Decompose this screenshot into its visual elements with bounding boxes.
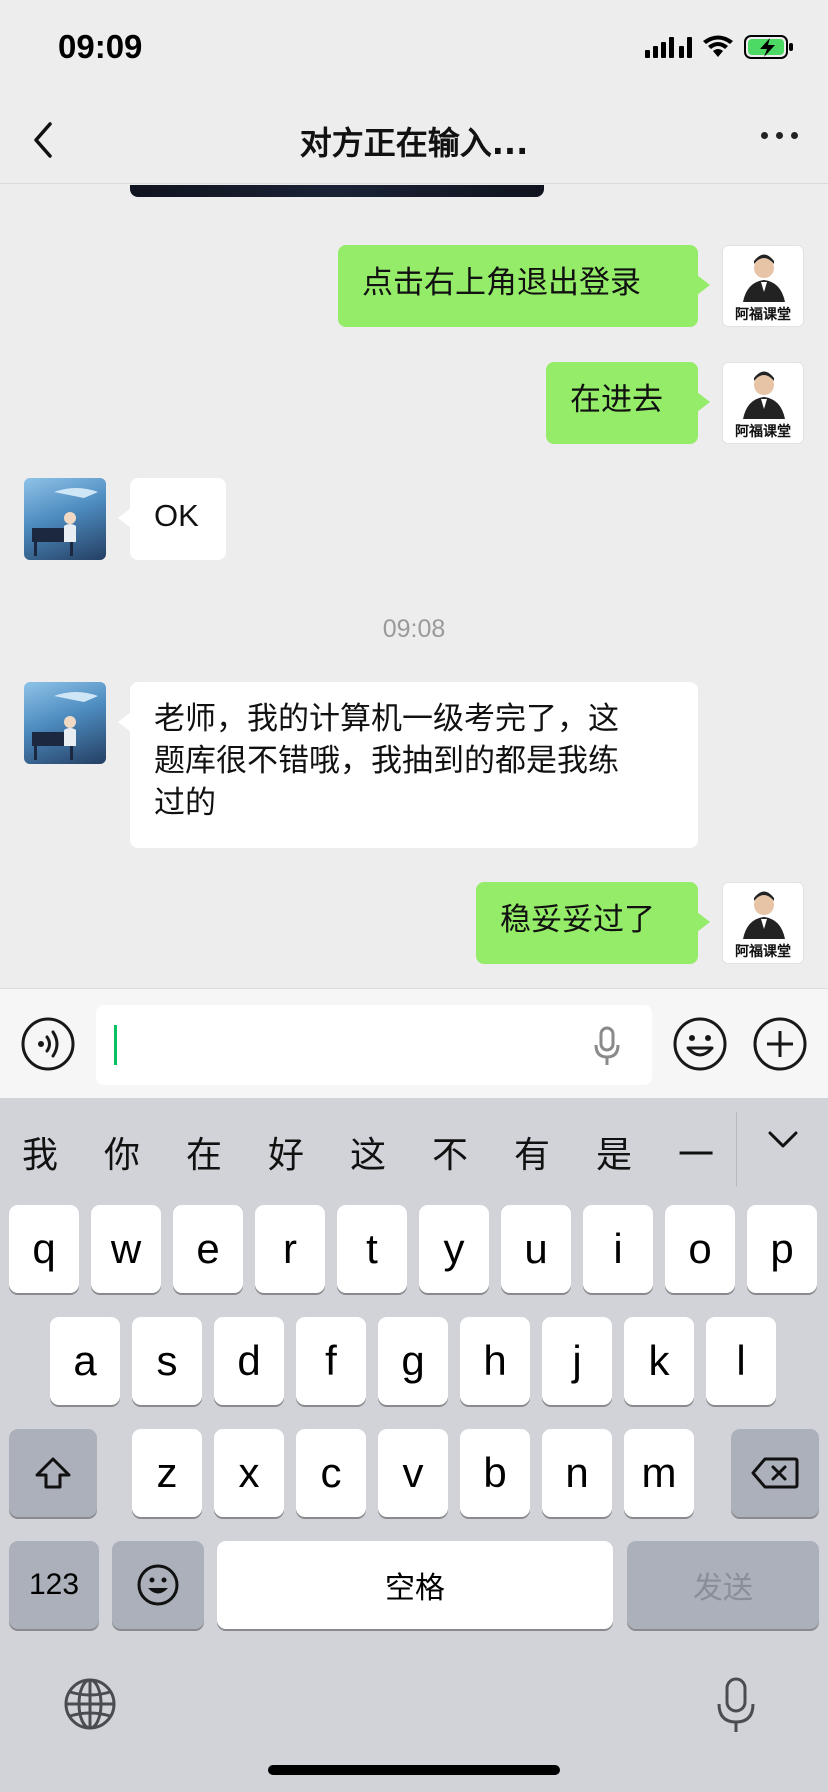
candidate-word[interactable]: 不 [432, 1126, 468, 1178]
shift-key[interactable] [9, 1429, 97, 1517]
collapse-candidates-button[interactable] [766, 1128, 800, 1156]
message-input[interactable] [96, 1005, 652, 1085]
home-indicator[interactable] [268, 1765, 560, 1775]
key-k[interactable]: k [624, 1317, 694, 1405]
candidate-word[interactable]: 是 [596, 1126, 632, 1178]
voice-mode-icon [21, 1017, 75, 1071]
key-v[interactable]: v [378, 1429, 448, 1517]
message-list[interactable]: 点击右上角退出登录 阿福课堂 在进去 阿福课堂 OK 09:08 老师，我的计算… [0, 185, 828, 988]
chevron-down-icon [768, 1131, 798, 1148]
message-text: OK [154, 498, 199, 533]
key-e[interactable]: e [173, 1205, 243, 1293]
message-bubble-sent[interactable]: 点击右上角退出登录 [338, 245, 710, 327]
key-o[interactable]: o [665, 1205, 735, 1293]
more-button[interactable] [761, 132, 798, 139]
send-key[interactable]: 发送 [627, 1541, 819, 1629]
key-r[interactable]: r [255, 1205, 325, 1293]
key-p[interactable]: p [747, 1205, 817, 1293]
chat-input-bar [0, 988, 828, 1098]
message-bubble-received[interactable]: OK [118, 478, 226, 560]
avatar-caption: 阿福课堂 [735, 424, 791, 440]
numbers-key[interactable]: 123 [9, 1541, 99, 1629]
chat-title: 对方正在输入... [299, 124, 529, 162]
message-text: 在进去 [570, 382, 663, 418]
key-i[interactable]: i [583, 1205, 653, 1293]
emoji-keyboard-key[interactable] [112, 1541, 204, 1629]
avatar-caption: 阿福课堂 [735, 307, 791, 323]
message-text-line: 题库很不错哦，我抽到的都是我练 [154, 743, 619, 779]
emoji-button[interactable] [672, 1016, 728, 1072]
backspace-icon [751, 1457, 799, 1489]
key-g[interactable]: g [378, 1317, 448, 1405]
voice-mode-button[interactable] [20, 1016, 76, 1072]
status-time: 09:09 [58, 28, 143, 65]
keyboard: 我 你 在 好 这 不 有 是 一 q w e r t y u i o p a … [0, 1098, 828, 1792]
message-bubble-sent[interactable]: 在进去 [546, 362, 710, 444]
plus-icon [753, 1017, 807, 1071]
candidate-word[interactable]: 一 [678, 1126, 714, 1178]
globe-button[interactable] [62, 1676, 118, 1736]
key-d[interactable]: d [214, 1317, 284, 1405]
message-timestamp: 09:08 [382, 615, 446, 643]
candidate-word[interactable]: 这 [350, 1126, 386, 1178]
key-b[interactable]: b [460, 1429, 530, 1517]
key-m[interactable]: m [624, 1429, 694, 1517]
microphone-icon [717, 1677, 755, 1732]
contact-avatar-image [32, 488, 98, 556]
globe-icon [64, 1678, 116, 1730]
contact-avatar-image [32, 692, 98, 760]
microphone-icon[interactable] [592, 1025, 622, 1071]
candidate-word[interactable]: 你 [104, 1126, 140, 1178]
key-w[interactable]: w [91, 1205, 161, 1293]
candidate-divider [736, 1112, 737, 1186]
message-bubble-sent[interactable]: 稳妥妥过了 [476, 882, 710, 964]
avatar-teacher[interactable]: 阿福课堂 [722, 362, 804, 444]
cellular-signal-icon [645, 36, 692, 58]
key-c[interactable]: c [296, 1429, 366, 1517]
key-l[interactable]: l [706, 1317, 776, 1405]
emoji-icon [137, 1564, 179, 1606]
key-x[interactable]: x [214, 1429, 284, 1517]
key-s[interactable]: s [132, 1317, 202, 1405]
previous-media-message[interactable] [130, 185, 544, 197]
key-u[interactable]: u [501, 1205, 571, 1293]
key-y[interactable]: y [419, 1205, 489, 1293]
more-dots-icon [761, 132, 768, 139]
message-text-line: 过的 [154, 785, 216, 821]
status-icons [645, 34, 794, 60]
key-j[interactable]: j [542, 1317, 612, 1405]
emoji-icon [673, 1017, 727, 1071]
avatar-contact[interactable] [24, 682, 106, 764]
key-z[interactable]: z [132, 1429, 202, 1517]
key-a[interactable]: a [50, 1317, 120, 1405]
avatar-contact[interactable] [24, 478, 106, 560]
candidate-word[interactable]: 好 [268, 1126, 304, 1178]
battery-icon [744, 34, 794, 60]
avatar-teacher[interactable]: 阿福课堂 [722, 245, 804, 327]
dictation-button[interactable] [714, 1676, 758, 1740]
avatar-caption: 阿福课堂 [735, 944, 791, 960]
backspace-key[interactable] [731, 1429, 819, 1517]
status-bar: 09:09 [0, 0, 828, 96]
key-t[interactable]: t [337, 1205, 407, 1293]
candidate-word[interactable]: 在 [186, 1126, 222, 1178]
space-key[interactable]: 空格 [217, 1541, 613, 1629]
chat-nav-bar: 对方正在输入... [0, 96, 828, 184]
key-h[interactable]: h [460, 1317, 530, 1405]
message-bubble-received[interactable]: 老师，我的计算机一级考完了，这 题库很不错哦，我抽到的都是我练 过的 [118, 682, 698, 848]
candidate-bar: 我 你 在 好 这 不 有 是 一 [0, 1098, 828, 1200]
key-n[interactable]: n [542, 1429, 612, 1517]
text-cursor [114, 1025, 117, 1065]
more-functions-button[interactable] [752, 1016, 808, 1072]
shift-icon [35, 1457, 71, 1489]
message-text: 稳妥妥过了 [500, 902, 655, 938]
message-text: 点击右上角退出登录 [362, 265, 641, 301]
message-text-line: 老师，我的计算机一级考完了，这 [154, 701, 619, 737]
key-f[interactable]: f [296, 1317, 366, 1405]
wifi-icon [702, 35, 734, 59]
avatar-teacher[interactable]: 阿福课堂 [722, 882, 804, 964]
key-q[interactable]: q [9, 1205, 79, 1293]
candidate-word[interactable]: 我 [22, 1126, 58, 1178]
candidate-word[interactable]: 有 [514, 1126, 550, 1178]
